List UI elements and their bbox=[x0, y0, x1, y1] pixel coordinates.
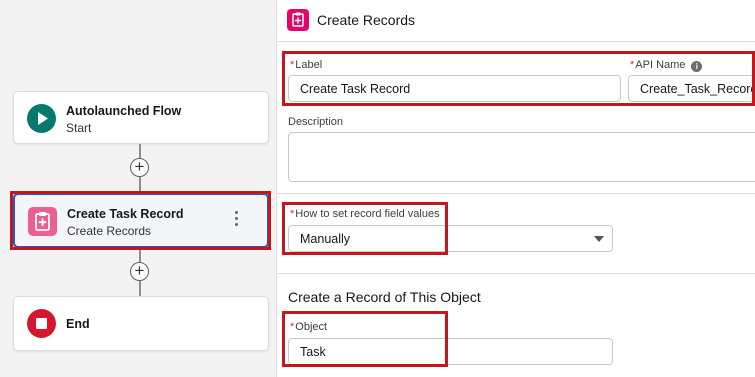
label-text: Label bbox=[295, 59, 323, 71]
api-name-text: API Name bbox=[635, 59, 686, 71]
info-icon[interactable]: i bbox=[691, 61, 703, 72]
record-values-select[interactable]: Manually bbox=[288, 225, 613, 252]
record-values-selected: Manually bbox=[300, 232, 351, 246]
chevron-down-icon bbox=[594, 236, 604, 242]
create-record-icon bbox=[287, 9, 309, 31]
end-node[interactable]: End bbox=[13, 296, 269, 351]
create-node-subtitle: Create Records bbox=[67, 224, 152, 238]
required-marker: * bbox=[290, 59, 295, 71]
required-marker: * bbox=[630, 59, 635, 71]
divider bbox=[277, 193, 755, 194]
start-node-subtitle: Start bbox=[66, 121, 92, 135]
label-field-label: *Label bbox=[290, 59, 322, 71]
description-field-label: Description bbox=[288, 116, 344, 128]
api-name-field-label: *API Name i bbox=[630, 59, 703, 72]
label-input[interactable]: Create Task Record bbox=[288, 75, 621, 102]
start-node-title: Autolaunched Flow bbox=[66, 104, 182, 118]
object-field-label: *Object bbox=[290, 321, 327, 333]
description-textarea[interactable] bbox=[288, 132, 755, 182]
stop-icon bbox=[27, 309, 56, 338]
panel-header: Create Records bbox=[277, 0, 755, 42]
add-element-button[interactable]: + bbox=[130, 262, 149, 281]
properties-panel: Create Records *Label Create Task Record… bbox=[277, 0, 755, 377]
object-input[interactable]: Task bbox=[288, 338, 613, 365]
divider bbox=[277, 273, 755, 274]
add-element-button[interactable]: + bbox=[130, 158, 149, 177]
more-actions-icon[interactable] bbox=[235, 211, 239, 229]
section-title: Create a Record of This Object bbox=[288, 289, 481, 305]
play-icon bbox=[27, 104, 56, 133]
record-values-field-label: *How to set record field values bbox=[290, 208, 440, 220]
create-node-title: Create Task Record bbox=[67, 207, 184, 221]
end-node-title: End bbox=[66, 317, 90, 331]
create-task-record-node[interactable]: Create Task Record Create Records bbox=[13, 193, 269, 248]
create-record-icon bbox=[28, 207, 57, 236]
panel-title: Create Records bbox=[317, 12, 416, 28]
start-node[interactable]: Autolaunched Flow Start bbox=[13, 91, 269, 144]
api-name-input[interactable]: Create_Task_Record bbox=[628, 75, 755, 102]
object-text: Object bbox=[295, 321, 328, 333]
flow-canvas[interactable]: Autolaunched Flow Start + Create Task Re… bbox=[0, 0, 277, 377]
required-marker: * bbox=[290, 321, 295, 333]
record-values-text: How to set record field values bbox=[295, 208, 440, 220]
required-marker: * bbox=[290, 208, 295, 220]
